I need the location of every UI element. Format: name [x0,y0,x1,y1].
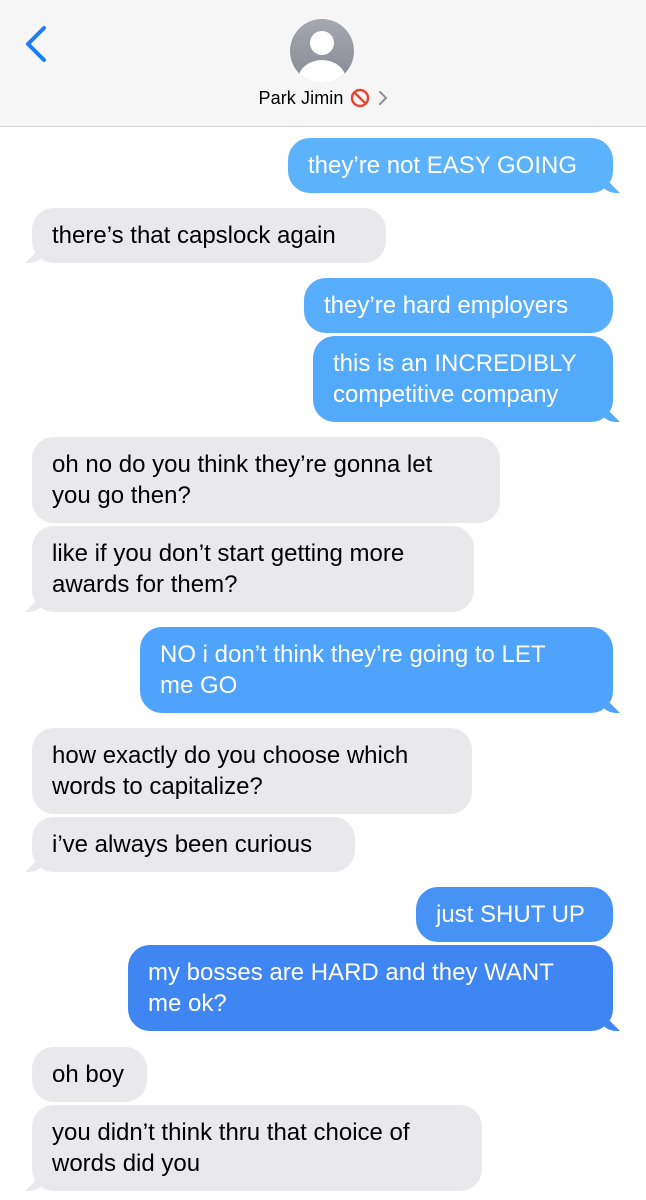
message-text: they’re not EASY GOING [308,152,578,179]
message-bubble-sent[interactable]: they’re hard employers [304,278,613,333]
blocked-icon [350,88,369,108]
contact-name-row[interactable]: Park Jimin [0,86,646,110]
message-text: they’re hard employers [324,292,569,319]
message-text: like if you don’t start getting more awa… [52,540,405,598]
message-text: this is an INCREDIBLY competitive compan… [333,350,577,408]
message-text: there’s that capslock again [52,222,336,249]
message-bubble-received[interactable]: like if you don’t start getting more awa… [32,526,474,612]
message-bubble-received[interactable]: oh boy [32,1047,147,1102]
conversation-header: Park Jimin [0,0,646,127]
message-bubble-received[interactable]: you didn’t think thru that choice of wor… [32,1105,482,1191]
chevron-left-icon [26,26,46,62]
message-bubble-sent[interactable]: NO i don’t think they’re going to LET me… [140,627,613,713]
message-text: you didn’t think thru that choice of wor… [52,1119,410,1177]
message-text: i’ve always been curious [52,831,313,858]
contact-name: Park Jimin [258,87,344,108]
message-bubble-received[interactable]: there’s that capslock again [32,208,386,263]
messages-screen: Park Jimin they’re not EASY GOING there’… [0,0,646,1200]
message-text: how exactly do you choose which words to… [52,742,409,800]
message-text: just SHUT UP [436,901,585,928]
message-bubble-received[interactable]: how exactly do you choose which words to… [32,728,472,814]
avatar-head-shape [310,31,334,55]
message-text: oh boy [52,1061,125,1088]
message-bubble-sent[interactable]: just SHUT UP [416,887,613,942]
message-text: NO i don’t think they’re going to LET me… [160,641,546,699]
message-text: oh no do you think they’re gonna let you… [52,451,433,509]
message-bubble-sent[interactable]: this is an INCREDIBLY competitive compan… [313,336,613,422]
message-bubble-received[interactable]: oh no do you think they’re gonna let you… [32,437,500,523]
back-button[interactable] [20,22,56,66]
chevron-right-icon [378,91,387,105]
message-bubble-sent[interactable]: they’re not EASY GOING [288,138,613,193]
message-bubble-received[interactable]: i’ve always been curious [32,817,355,872]
contact-avatar[interactable] [290,19,354,83]
message-bubble-sent[interactable]: my bosses are HARD and they WANT me ok? [128,945,613,1031]
message-text: my bosses are HARD and they WANT me ok? [148,959,554,1017]
avatar-body-shape [298,60,346,83]
